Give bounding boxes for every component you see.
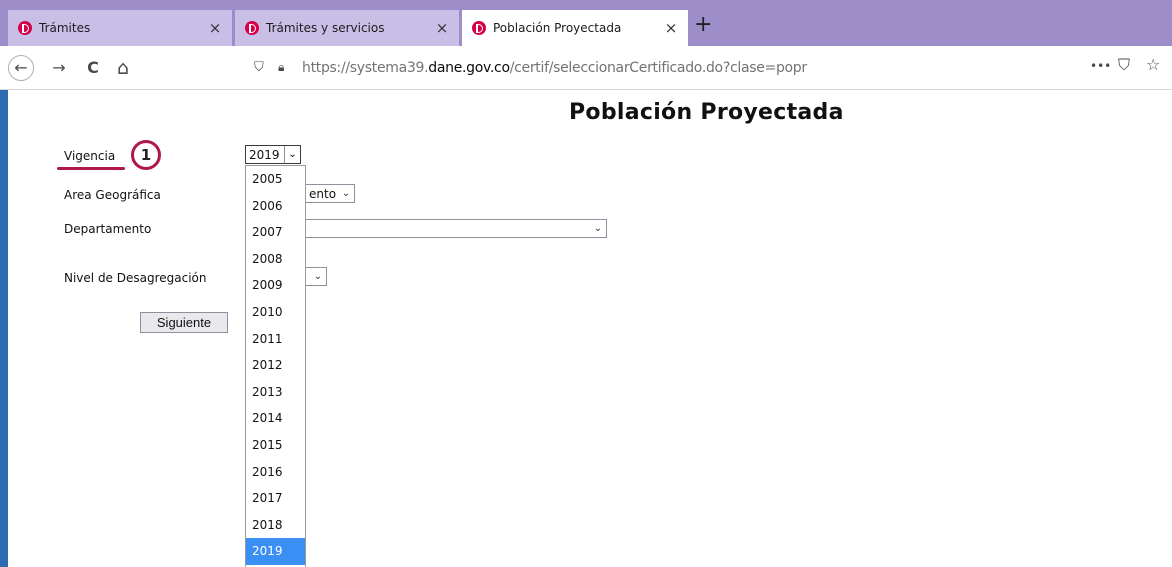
area-geografica-label: Area Geográfica	[64, 188, 161, 202]
year-option-2015[interactable]: 2015	[246, 432, 305, 459]
chevron-down-icon: ⌄	[313, 271, 323, 282]
year-option-2013[interactable]: 2013	[246, 379, 305, 406]
year-option-2016[interactable]: 2016	[246, 459, 305, 486]
year-option-2007[interactable]: 2007	[246, 219, 305, 246]
vigencia-select-value: 2019	[249, 147, 280, 162]
shield-icon[interactable]: ⛉	[254, 60, 270, 75]
year-option-2019[interactable]: 2019	[246, 538, 305, 565]
tab-tramites-y-servicios[interactable]: Trámites y servicios ×	[235, 10, 459, 46]
year-option-2005[interactable]: 2005	[246, 166, 305, 193]
dane-favicon-icon	[245, 21, 259, 35]
chevron-down-icon: ⌄	[593, 223, 603, 234]
navigation-bar: ← → C ⌂ ⛉ 🔒︎ https://systema39.dane.gov.…	[0, 46, 1172, 90]
close-icon[interactable]: ×	[431, 19, 453, 37]
tab-title: Población Proyectada	[493, 21, 622, 35]
tab-title: Trámites	[39, 21, 91, 35]
chevron-down-icon: ⌄	[341, 188, 351, 199]
vigencia-label: Vigencia	[64, 149, 116, 163]
page-title: Población Proyectada	[569, 100, 844, 125]
nivel-desagregacion-label: Nivel de Desagregación	[64, 271, 207, 285]
year-option-2014[interactable]: 2014	[246, 405, 305, 432]
year-option-2017[interactable]: 2017	[246, 485, 305, 512]
url-text[interactable]: https://systema39.dane.gov.co/certif/sel…	[302, 60, 807, 76]
tab-tramites[interactable]: Trámites ×	[8, 10, 232, 46]
year-option-2011[interactable]: 2011	[246, 326, 305, 353]
annotation-step-badge: 1	[131, 140, 161, 170]
bookmark-star-icon[interactable]: ☆	[1146, 55, 1160, 74]
dane-favicon-icon	[18, 21, 32, 35]
close-icon[interactable]: ×	[204, 19, 226, 37]
year-option-2008[interactable]: 2008	[246, 246, 305, 273]
vigencia-select[interactable]: 2019 ⌄	[245, 145, 301, 164]
departamento-label: Departamento	[64, 222, 152, 236]
year-option-2012[interactable]: 2012	[246, 352, 305, 379]
year-option-2010[interactable]: 2010	[246, 299, 305, 326]
annotation-underline	[57, 167, 125, 170]
home-button[interactable]: ⌂	[110, 55, 136, 81]
year-option-2009[interactable]: 2009	[246, 272, 305, 299]
reload-button[interactable]: C	[80, 55, 106, 81]
back-button[interactable]: ←	[8, 55, 34, 81]
url-bar[interactable]: ⛉ 🔒︎ https://systema39.dane.gov.co/certi…	[232, 52, 1084, 83]
lock-icon[interactable]: 🔒︎	[278, 60, 292, 75]
chevron-down-icon: ⌄	[284, 146, 300, 163]
forward-button[interactable]: →	[46, 55, 72, 81]
page-actions-menu-icon[interactable]: •••	[1090, 59, 1111, 73]
close-icon[interactable]: ×	[660, 19, 682, 37]
pocket-icon[interactable]: ⛉	[1118, 55, 1130, 75]
year-option-2018[interactable]: 2018	[246, 512, 305, 539]
page-left-border	[0, 90, 8, 567]
year-option-2006[interactable]: 2006	[246, 193, 305, 220]
tab-title: Trámites y servicios	[266, 21, 385, 35]
tab-bar: Trámites × Trámites y servicios × Poblac…	[0, 0, 1172, 46]
siguiente-button[interactable]: Siguiente	[140, 312, 228, 333]
vigencia-dropdown-list[interactable]: 2005 2006 2007 2008 2009 2010 2011 2012 2013 2014…	[245, 165, 306, 567]
new-tab-button[interactable]: +	[694, 12, 712, 37]
tab-poblacion-proyectada[interactable]: Población Proyectada ×	[462, 10, 688, 46]
dane-favicon-icon	[472, 21, 486, 35]
